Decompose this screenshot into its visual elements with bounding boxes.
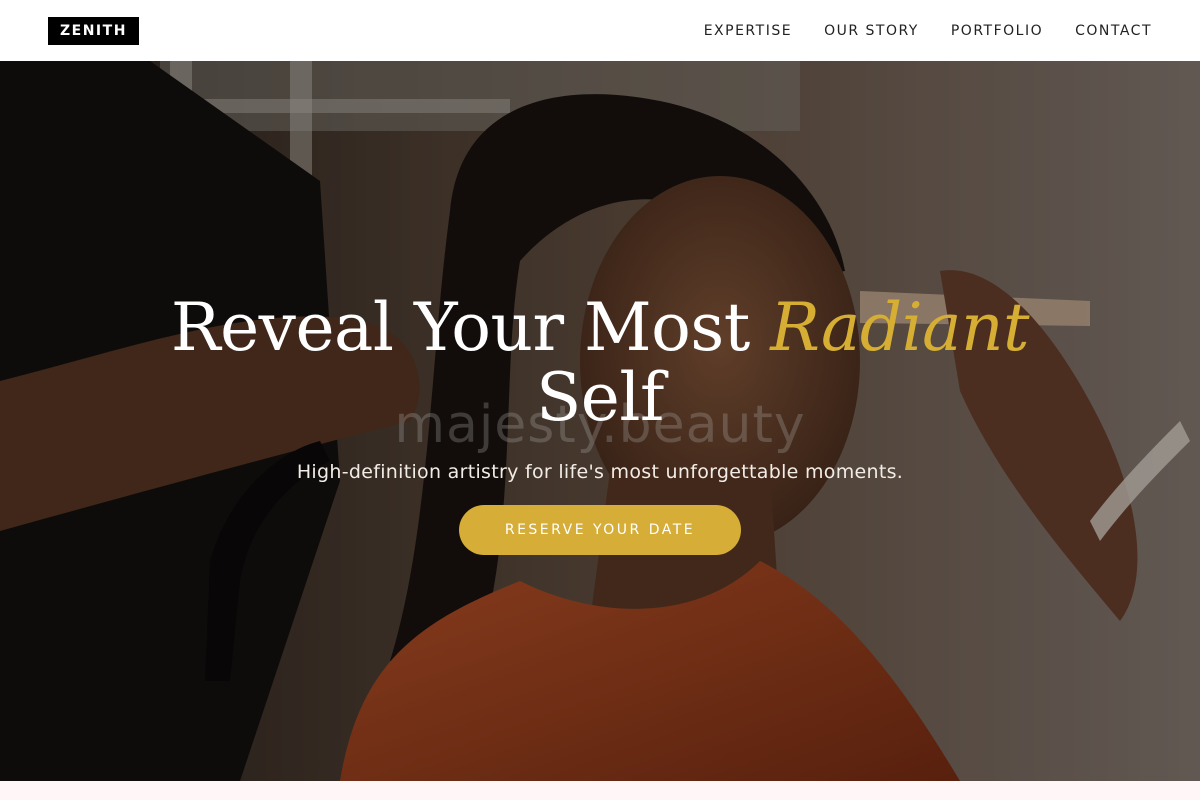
hero-headline: Reveal Your Most Radiant Self xyxy=(0,293,1200,433)
top-navbar: ZENITH EXPERTISE OUR STORY PORTFOLIO CON… xyxy=(0,0,1200,61)
hero-section: majesty.beauty Reveal Your Most Radiant … xyxy=(0,61,1200,781)
next-section-edge xyxy=(0,781,1200,800)
headline-accent: Radiant xyxy=(770,289,1030,366)
nav-link-expertise[interactable]: EXPERTISE xyxy=(704,23,792,39)
headline-main: Reveal Your Most xyxy=(170,289,750,366)
nav-link-our-story[interactable]: OUR STORY xyxy=(824,23,919,39)
hero-subheadline: High-definition artistry for life's most… xyxy=(296,461,904,483)
headline-end: Self xyxy=(536,359,664,436)
nav-link-contact[interactable]: CONTACT xyxy=(1075,23,1152,39)
nav-menu: EXPERTISE OUR STORY PORTFOLIO CONTACT xyxy=(704,23,1152,39)
reserve-date-button[interactable]: RESERVE YOUR DATE xyxy=(459,505,741,555)
hero-content: Reveal Your Most Radiant Self High-defin… xyxy=(0,293,1200,555)
nav-link-portfolio[interactable]: PORTFOLIO xyxy=(951,23,1043,39)
brand-logo-text: ZENITH xyxy=(60,22,127,39)
brand-logo[interactable]: ZENITH xyxy=(48,16,139,45)
